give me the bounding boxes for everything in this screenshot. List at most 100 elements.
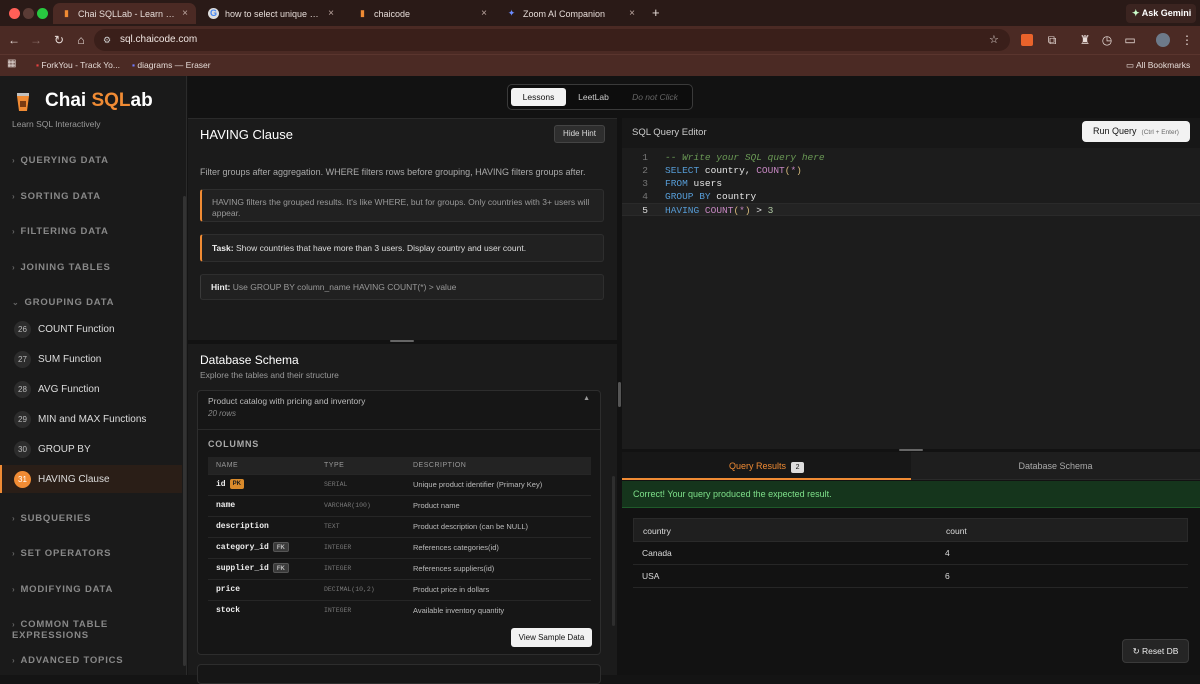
sidebar-scrollbar[interactable]: [183, 196, 186, 666]
table-row: description TEXT Product description (ca…: [208, 517, 591, 538]
section-advanced-topics[interactable]: › ADVANCED TOPICS: [12, 655, 123, 666]
panel-resize-handle[interactable]: [899, 449, 923, 451]
panel-resize-handle[interactable]: [390, 340, 414, 342]
line-number: 5: [642, 205, 648, 216]
line-number: 1: [642, 152, 648, 163]
shortcut-hint: (Ctrl + Enter): [1141, 129, 1179, 136]
section-filtering-data[interactable]: › FILTERING DATA: [12, 226, 109, 237]
code-line[interactable]: 1 -- Write your SQL query here: [622, 151, 1200, 164]
browser-tab-zoom[interactable]: ✦ Zoom AI Companion ×: [498, 3, 643, 24]
extension-icon[interactable]: [1021, 34, 1033, 46]
forward-icon[interactable]: →: [29, 33, 43, 47]
close-window-button[interactable]: [9, 8, 20, 19]
home-icon[interactable]: ⌂: [74, 33, 88, 47]
section-querying-data[interactable]: › QUERYING DATA: [12, 155, 109, 166]
lesson-task: Task: Show countries that have more than…: [200, 234, 604, 262]
close-tab-icon[interactable]: ×: [182, 8, 188, 19]
section-modifying-data[interactable]: › MODIFYING DATA: [12, 584, 113, 595]
table-row: Canada 4: [633, 542, 1188, 565]
schema-scrollbar[interactable]: [612, 476, 615, 626]
bookmark-forkyou[interactable]: ▪ ForkYou - Track Yo...: [36, 60, 120, 70]
code-editor[interactable]: 1 -- Write your SQL query here 2 SELECT cou…: [622, 148, 1200, 449]
mode-lessons-button[interactable]: Lessons: [511, 88, 566, 106]
tab-query-results[interactable]: Query Results 2: [622, 452, 911, 480]
columns-table: NAME TYPE DESCRIPTION id PK SERIAL Unique…: [208, 457, 591, 622]
bookmark-star-icon[interactable]: ☆: [989, 29, 999, 51]
folder-icon: ▭: [1126, 60, 1135, 70]
lesson-label: AVG Function: [38, 383, 100, 395]
section-grouping-data[interactable]: ⌄ GROUPING DATA: [12, 297, 114, 308]
site-info-icon[interactable]: ⚙: [103, 29, 111, 51]
cast-icon[interactable]: ▭: [1123, 33, 1137, 47]
section-subqueries[interactable]: › SUBQUERIES: [12, 513, 91, 524]
section-set-operators[interactable]: › SET OPERATORS: [12, 548, 111, 559]
table-description: Product catalog with pricing and invento…: [208, 396, 366, 406]
reload-icon[interactable]: ↻: [52, 33, 66, 47]
schema-panel: Database Schema Explore the tables and t…: [188, 344, 617, 684]
vertical-resize-handle[interactable]: [618, 382, 621, 407]
reset-db-button[interactable]: ↻ Reset DB: [1122, 639, 1189, 663]
close-tab-icon[interactable]: ×: [481, 8, 487, 19]
success-message: Correct! Your query produced the expecte…: [622, 481, 1200, 508]
code-line[interactable]: 5 HAVING COUNT(*) > 3: [622, 203, 1200, 216]
lesson-item-group-by[interactable]: 30 GROUP BY: [0, 435, 182, 463]
code-line[interactable]: 4 GROUP BY country: [622, 190, 1200, 203]
lesson-item-avg-function[interactable]: 28 AVG Function: [0, 375, 182, 403]
line-number: 3: [642, 178, 648, 189]
new-tab-button[interactable]: +: [652, 5, 660, 20]
apps-grid-icon[interactable]: ▦: [7, 58, 16, 69]
primary-key-badge: PK: [229, 478, 244, 489]
maximize-window-button[interactable]: [37, 8, 48, 19]
bookmark-eraser[interactable]: ▪ diagrams — Eraser: [132, 60, 211, 70]
editor-panel: SQL Query Editor Run Query (Ctrl + Enter)…: [622, 118, 1200, 449]
lesson-item-sum-function[interactable]: 27 SUM Function: [0, 345, 182, 373]
eraser-icon: ▪: [132, 60, 136, 70]
line-number: 4: [642, 191, 648, 202]
section-joining-tables[interactable]: › JOINING TABLES: [12, 262, 111, 273]
app-logo[interactable]: Chai SQLab: [45, 90, 153, 112]
all-bookmarks[interactable]: ▭ All Bookmarks: [1126, 60, 1190, 71]
mode-leetlab-button[interactable]: LeetLab: [568, 88, 619, 106]
lesson-item-having-clause[interactable]: 31 HAVING Clause: [0, 465, 182, 493]
collapse-up-icon[interactable]: ▲: [583, 395, 590, 402]
lesson-hint: Hint: Use GROUP BY column_name HAVING CO…: [200, 274, 604, 300]
table-row: name VARCHAR(100) Product name: [208, 496, 591, 517]
extensions-puzzle-icon[interactable]: ⧉: [1045, 33, 1059, 47]
browser-tab-chai-sqllab[interactable]: ▮ Chai SQLLab - Learn SQL Interactively …: [53, 3, 196, 24]
address-bar-row: ← → ↻ ⌂ ⚙ sql.chaicode.com ☆ ⧉ ♜ ◷ ▭ ⋮: [0, 26, 1200, 54]
lesson-title: HAVING Clause: [200, 127, 293, 142]
browser-tab-google[interactable]: G how to select unique values in ×: [200, 3, 342, 24]
tab-database-schema[interactable]: Database Schema: [911, 452, 1200, 480]
minimize-window-button[interactable]: [23, 8, 34, 19]
table-header-row: country count: [633, 518, 1188, 542]
lesson-number: 28: [14, 380, 31, 398]
chevron-right-icon: ›: [12, 549, 16, 558]
code-line[interactable]: 3 FROM users: [622, 177, 1200, 190]
lesson-item-min-max[interactable]: 29 MIN and MAX Functions: [0, 405, 182, 433]
code-line[interactable]: 2 SELECT country, COUNT(*): [622, 164, 1200, 177]
results-panel: Query Results 2 Database Schema Correct! …: [622, 452, 1200, 675]
back-icon[interactable]: ←: [7, 33, 21, 47]
table-row-count: 20 rows: [208, 409, 237, 418]
incognito-icon[interactable]: ♜: [1078, 33, 1092, 47]
url-input[interactable]: ⚙ sql.chaicode.com ☆: [94, 29, 1010, 51]
close-tab-icon[interactable]: ×: [629, 8, 635, 19]
results-table: country count Canada 4 USA 6: [633, 518, 1188, 588]
chai-cup-icon: ▮: [360, 8, 365, 18]
menu-icon[interactable]: ⋮: [1180, 33, 1194, 47]
view-sample-data-button[interactable]: View Sample Data: [511, 628, 592, 647]
ask-gemini-button[interactable]: ✦ Ask Gemini: [1126, 4, 1196, 23]
hide-hint-button[interactable]: Hide Hint: [554, 125, 605, 143]
close-tab-icon[interactable]: ×: [328, 8, 334, 19]
run-query-button[interactable]: Run Query (Ctrl + Enter): [1082, 121, 1190, 142]
browser-tab-chaicode[interactable]: ▮ chaicode ×: [349, 3, 495, 24]
table-card-next[interactable]: [197, 664, 601, 684]
mode-do-not-click-button[interactable]: Do not Click: [621, 88, 689, 106]
section-sorting-data[interactable]: › SORTING DATA: [12, 191, 101, 202]
chevron-right-icon: ›: [12, 227, 16, 236]
history-icon[interactable]: ◷: [1100, 33, 1114, 47]
lesson-item-count-function[interactable]: 26 COUNT Function: [0, 315, 182, 343]
line-number: 2: [642, 165, 648, 176]
section-cte[interactable]: › COMMON TABLE EXPRESSIONS: [12, 619, 186, 641]
profile-avatar[interactable]: [1156, 33, 1170, 47]
